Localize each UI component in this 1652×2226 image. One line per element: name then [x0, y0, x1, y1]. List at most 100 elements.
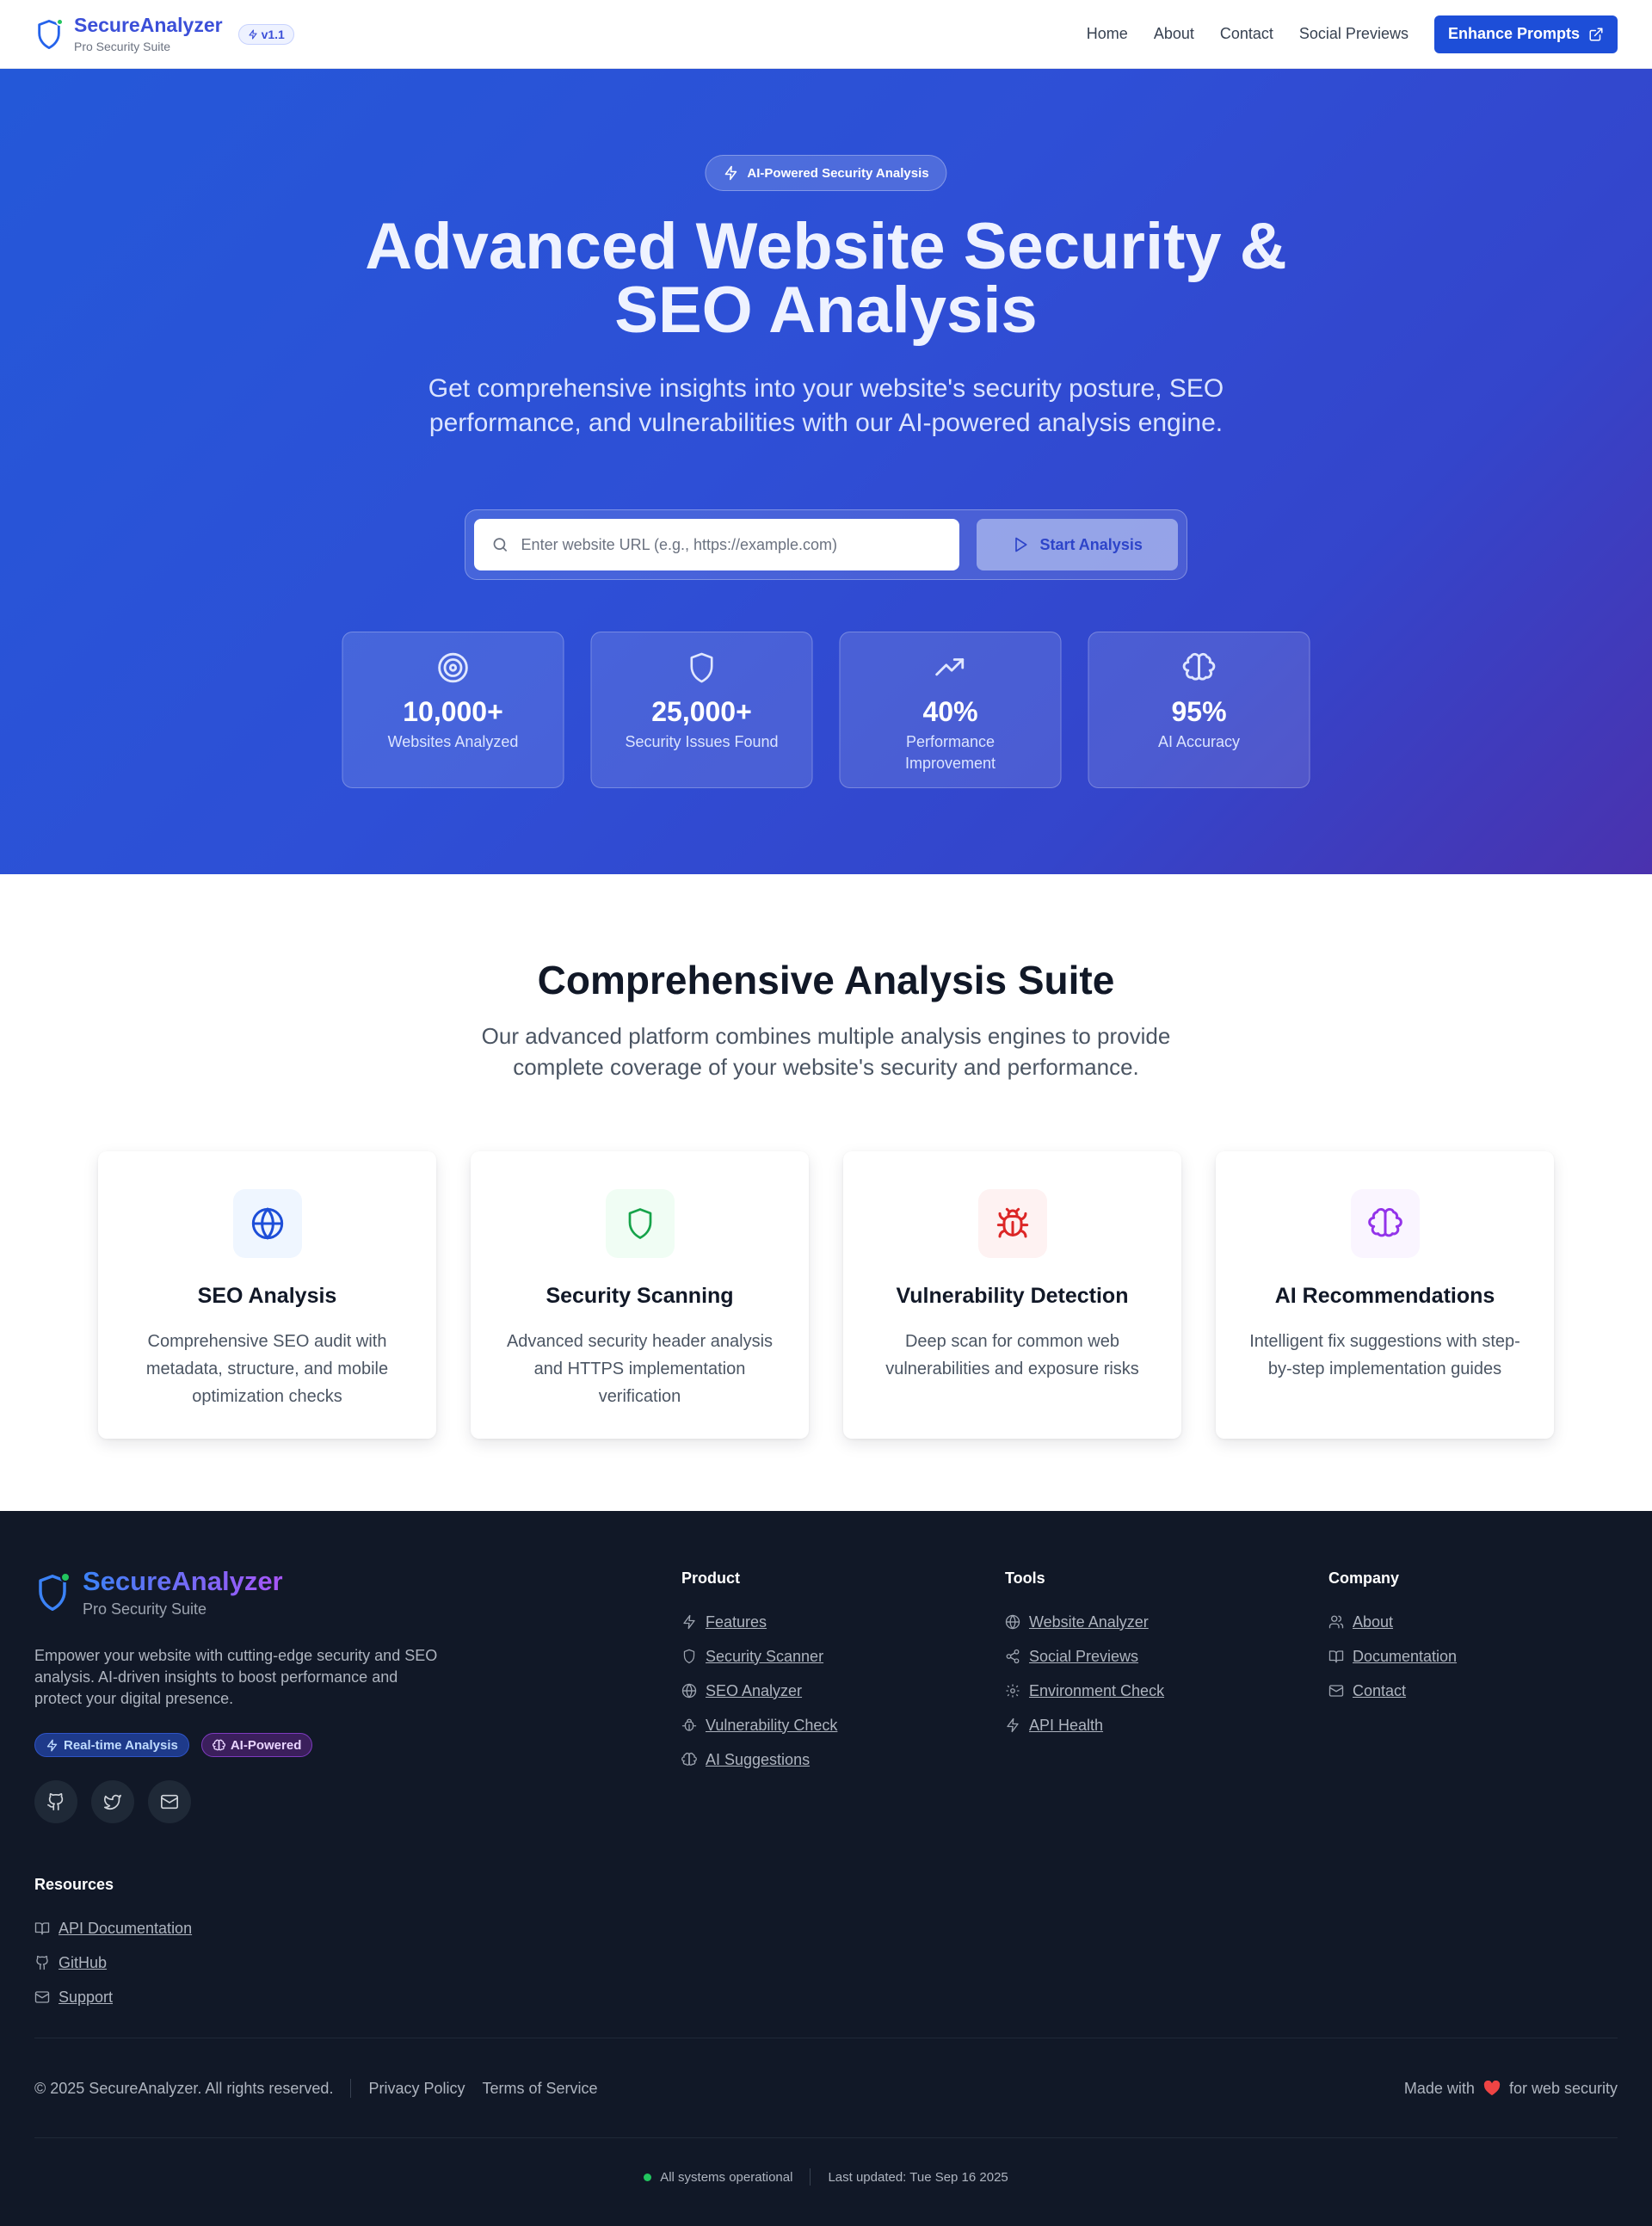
hero-title-line2: SEO Analysis: [614, 274, 1038, 347]
feature-description: Intelligent fix suggestions with step-by…: [1249, 1332, 1520, 1378]
product-title: Product: [681, 1569, 741, 1587]
link-ai-suggestions[interactable]: AI Suggestions: [681, 1742, 837, 1777]
suite-subtitle: Our advanced platform combines multiple …: [481, 1023, 1171, 1080]
footer-col-tools: Tools Website Analyzer Social Previews E…: [1005, 1569, 1164, 1742]
footer-brand-subtitle: Pro Security Suite: [83, 1600, 207, 1618]
analysis-suite-section: Comprehensive Analysis Suite Our advance…: [0, 874, 1652, 1511]
footer-brand[interactable]: SecureAnalyzer Pro Security Suite: [34, 1566, 283, 1619]
globe-icon: [681, 1683, 697, 1699]
enhance-prompts-button[interactable]: Enhance Prompts: [1433, 15, 1618, 53]
start-analysis-label: Start Analysis: [1039, 535, 1143, 553]
link-label: AI Suggestions: [706, 1750, 811, 1768]
footer-col-company: Company About Documentation Contact: [1328, 1569, 1457, 1708]
bug-icon: [681, 1718, 697, 1731]
globe-icon: [1005, 1614, 1020, 1630]
footer-description: Empower your website with cutting-edge s…: [34, 1647, 438, 1707]
feature-icon-box: [232, 1189, 302, 1258]
suite-title: Comprehensive Analysis Suite: [537, 958, 1115, 1002]
feature-cards: SEO Analysis Comprehensive SEO audit wit…: [98, 1151, 1554, 1439]
made-with-love: Made with for web security: [1404, 2080, 1618, 2098]
link-environment-check[interactable]: Environment Check: [1005, 1674, 1164, 1708]
brand[interactable]: SecureAnalyzer Pro Security Suite v1.1: [34, 15, 294, 52]
feature-card-ai[interactable]: AI Recommendations Intelligent fix sugge…: [1216, 1151, 1554, 1439]
link-label: Features: [706, 1612, 767, 1631]
link-features[interactable]: Features: [681, 1605, 837, 1639]
settings-icon: [1006, 1684, 1020, 1698]
feature-icon-box: [977, 1189, 1047, 1258]
zap-icon: [1007, 1717, 1019, 1733]
nav-about[interactable]: About: [1154, 25, 1194, 43]
feature-icon-box: [1350, 1189, 1420, 1258]
nav-home[interactable]: Home: [1087, 25, 1128, 43]
link-contact[interactable]: Contact: [1328, 1674, 1457, 1708]
feature-title: SEO Analysis: [197, 1284, 337, 1308]
hero-section: AI-Powered Security Analysis Advanced We…: [0, 69, 1652, 874]
stat-card-performance: 40% Performance Improvement: [839, 632, 1062, 788]
link-website-analyzer[interactable]: Website Analyzer: [1005, 1605, 1164, 1639]
feature-description: Deep scan for common web vulnerabilities…: [885, 1332, 1139, 1378]
privacy-policy-link[interactable]: Privacy Policy: [368, 2080, 465, 2098]
for-web-security-text: for web security: [1508, 2079, 1618, 2097]
bug-icon: [996, 1207, 1028, 1238]
hero-title: Advanced Website Security & SEO Analysis: [0, 214, 1652, 343]
zap-icon: [724, 165, 737, 181]
link-api-health[interactable]: API Health: [1005, 1708, 1164, 1742]
play-icon: [1015, 537, 1027, 552]
shield-logo-icon: [34, 17, 64, 51]
users-icon: [1328, 1615, 1344, 1629]
link-label: Social Previews: [1029, 1647, 1139, 1665]
stat-value: 40%: [922, 696, 978, 727]
link-label: SEO Analyzer: [706, 1681, 803, 1699]
separator: [810, 2168, 811, 2186]
stat-value: 95%: [1171, 696, 1227, 727]
feature-card-security[interactable]: Security Scanning Advanced security head…: [471, 1151, 809, 1439]
link-vulnerability-check[interactable]: Vulnerability Check: [681, 1708, 837, 1742]
url-input[interactable]: [521, 535, 943, 554]
footer: SecureAnalyzer Pro Security Suite Empowe…: [0, 1511, 1652, 2226]
separator: [350, 2079, 352, 2098]
nav-contact[interactable]: Contact: [1220, 25, 1273, 43]
shield-logo-icon: [34, 1571, 71, 1613]
brain-icon: [1367, 1208, 1402, 1237]
url-search-form: Start Analysis: [465, 509, 1187, 580]
link-about[interactable]: About: [1328, 1605, 1457, 1639]
trending-up-icon: [935, 658, 965, 676]
made-with-text: Made with: [1403, 2079, 1475, 2097]
feature-card-vulnerability[interactable]: Vulnerability Detection Deep scan for co…: [843, 1151, 1181, 1439]
nav-social-previews[interactable]: Social Previews: [1299, 25, 1409, 43]
status-text: All systems operational: [660, 2169, 793, 2185]
stat-label: Websites Analyzed: [387, 733, 519, 750]
company-title: Company: [1328, 1569, 1400, 1587]
stat-card-ai-accuracy: 95% AI Accuracy: [1088, 632, 1310, 788]
online-status-dot: [60, 1571, 71, 1582]
globe-icon: [251, 1207, 283, 1240]
ai-powered-badge-text: AI-Powered: [230, 1737, 302, 1753]
heart-icon: [1483, 2081, 1501, 2096]
brain-icon: [1182, 652, 1216, 681]
link-label: Environment Check: [1029, 1681, 1165, 1699]
feature-description: Comprehensive SEO audit with metadata, s…: [145, 1332, 389, 1406]
url-search-box[interactable]: [474, 519, 960, 570]
brand-name: SecureAnalyzer: [74, 14, 223, 36]
link-label: API Documentation: [59, 1919, 193, 1937]
link-social-previews[interactable]: Social Previews: [1005, 1639, 1164, 1674]
link-security-scanner[interactable]: Security Scanner: [681, 1639, 837, 1674]
mail-icon: [1328, 1685, 1344, 1697]
footer-bottom-bar: © 2025 SecureAnalyzer. All rights reserv…: [34, 2079, 1618, 2098]
link-documentation[interactable]: Documentation: [1328, 1639, 1457, 1674]
link-api-documentation[interactable]: API Documentation: [34, 1911, 192, 1945]
target-icon: [438, 652, 468, 683]
link-support[interactable]: Support: [34, 1980, 192, 2014]
status-dot: [644, 2173, 652, 2181]
hero-subtitle: Get comprehensive insights into your web…: [428, 374, 1224, 437]
start-analysis-button[interactable]: Start Analysis: [977, 519, 1178, 570]
ai-powered-pill-text: AI-Powered Security Analysis: [747, 165, 929, 181]
main-nav: Home About Contact Social Previews Enhan…: [1087, 15, 1618, 53]
link-label: Security Scanner: [706, 1647, 824, 1665]
stats-row: 10,000+ Websites Analyzed 25,000+ Securi…: [342, 632, 1310, 788]
feature-card-seo[interactable]: SEO Analysis Comprehensive SEO audit wit…: [98, 1151, 436, 1439]
feature-title: Vulnerability Detection: [896, 1284, 1129, 1308]
link-github[interactable]: GitHub: [34, 1945, 192, 1980]
link-seo-analyzer[interactable]: SEO Analyzer: [681, 1674, 837, 1708]
terms-of-service-link[interactable]: Terms of Service: [482, 2080, 597, 2098]
